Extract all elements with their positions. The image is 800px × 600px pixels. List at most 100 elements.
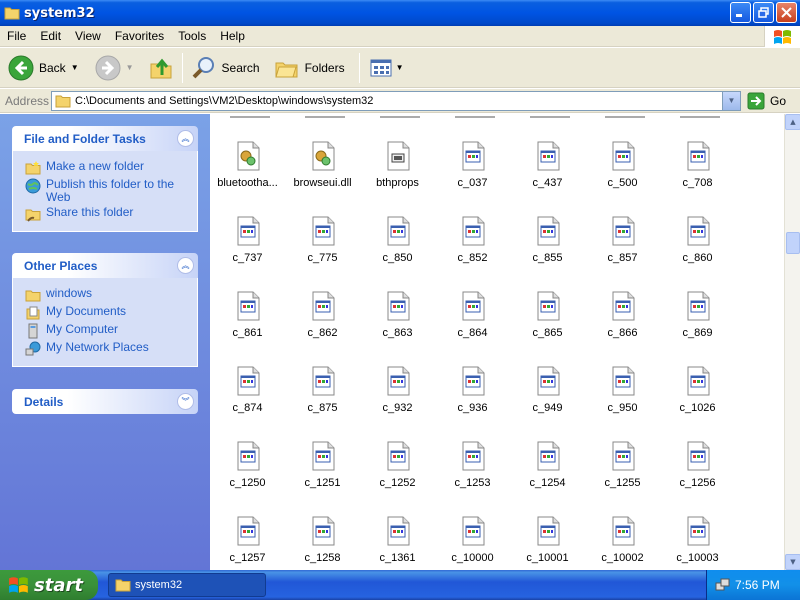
chevron-down-icon[interactable]: ▼	[396, 63, 404, 72]
file-name: c_1026	[679, 402, 716, 414]
collapse-icon[interactable]: ︽	[177, 257, 194, 274]
details-header[interactable]: Details ︾	[12, 389, 198, 414]
windows-folder-link[interactable]: windows	[25, 287, 187, 303]
file-item[interactable]: c_949	[510, 365, 585, 414]
file-item[interactable]: c_775	[285, 215, 360, 264]
other-places-header[interactable]: Other Places ︽	[12, 253, 198, 278]
vertical-scrollbar[interactable]: ▲ ▼	[784, 114, 800, 570]
file-item[interactable]: c_708	[660, 140, 735, 189]
my-documents-link[interactable]: My Documents	[25, 305, 187, 321]
chevron-down-icon: ▼	[727, 96, 736, 105]
file-item[interactable]: c_1252	[360, 440, 435, 489]
file-item[interactable]: c_850	[360, 215, 435, 264]
restore-button[interactable]	[753, 2, 774, 23]
title-bar[interactable]: system32	[0, 0, 800, 26]
minimize-icon	[736, 14, 742, 17]
file-item[interactable]: c_869	[660, 290, 735, 339]
address-dropdown-button[interactable]: ▼	[722, 91, 740, 110]
file-item[interactable]: c_1256	[660, 440, 735, 489]
file-item[interactable]: c_500	[585, 140, 660, 189]
search-button[interactable]: Search	[187, 51, 264, 85]
file-item[interactable]: c_857	[585, 215, 660, 264]
file-folder-tasks-header[interactable]: File and Folder Tasks ︽	[12, 126, 198, 151]
nls-file-icon	[537, 291, 559, 321]
menu-view[interactable]: View	[68, 29, 108, 43]
menu-file[interactable]: File	[0, 29, 33, 43]
file-item[interactable]: c_1251	[285, 440, 360, 489]
file-item[interactable]: c_855	[510, 215, 585, 264]
expand-icon[interactable]: ︾	[177, 393, 194, 410]
file-item[interactable]: bthprops	[360, 140, 435, 189]
file-item[interactable]: c_10000	[435, 515, 510, 564]
taskbar: start system32 7:56 PM	[0, 570, 800, 600]
file-list-view[interactable]: bluetootha... browseui.dll bthprops c_037 c_…	[210, 114, 784, 570]
file-item[interactable]: c_863	[360, 290, 435, 339]
go-button[interactable]: Go	[747, 92, 786, 110]
chevron-down-icon[interactable]: ▼	[126, 63, 134, 72]
file-name: browseui.dll	[293, 177, 352, 189]
my-network-places-link[interactable]: My Network Places	[25, 341, 187, 357]
up-folder-button[interactable]	[144, 51, 178, 85]
file-item[interactable]: c_10003	[660, 515, 735, 564]
chevron-down-icon[interactable]: ▼	[71, 63, 79, 72]
file-item[interactable]: c_862	[285, 290, 360, 339]
publish-folder-web-link[interactable]: Publish this folder to the Web	[25, 178, 187, 204]
file-item[interactable]: c_865	[510, 290, 585, 339]
close-button[interactable]	[776, 2, 797, 23]
file-item[interactable]: c_1258	[285, 515, 360, 564]
share-folder-link[interactable]: Share this folder	[25, 206, 187, 222]
nls-file-icon	[462, 441, 484, 471]
file-item[interactable]: c_852	[435, 215, 510, 264]
back-button[interactable]: Back ▼	[4, 51, 83, 85]
file-item[interactable]: c_1250	[210, 440, 285, 489]
my-computer-link[interactable]: My Computer	[25, 323, 187, 339]
minimize-button[interactable]	[730, 2, 751, 23]
file-item[interactable]: c_437	[510, 140, 585, 189]
file-item[interactable]: c_1254	[510, 440, 585, 489]
file-item[interactable]: browseui.dll	[285, 140, 360, 189]
file-item[interactable]: c_860	[660, 215, 735, 264]
network-tray-icon[interactable]	[715, 577, 731, 593]
address-input[interactable]: C:\Documents and Settings\VM2\Desktop\wi…	[51, 90, 741, 111]
file-item[interactable]: c_10002	[585, 515, 660, 564]
file-item[interactable]: c_1026	[660, 365, 735, 414]
file-item[interactable]: c_866	[585, 290, 660, 339]
nls-file-icon	[462, 291, 484, 321]
scroll-thumb[interactable]	[786, 232, 800, 254]
scroll-down-button[interactable]: ▼	[785, 554, 800, 570]
menu-edit[interactable]: Edit	[33, 29, 68, 43]
back-arrow-icon	[8, 55, 34, 80]
file-item[interactable]: c_875	[285, 365, 360, 414]
back-label: Back	[39, 60, 66, 75]
file-item[interactable]: c_874	[210, 365, 285, 414]
address-bar: Address C:\Documents and Settings\VM2\De…	[0, 89, 800, 113]
file-item[interactable]: bluetootha...	[210, 140, 285, 189]
views-button[interactable]: ▼	[364, 51, 408, 85]
file-item[interactable]: c_737	[210, 215, 285, 264]
file-item[interactable]: c_861	[210, 290, 285, 339]
file-item[interactable]: c_932	[360, 365, 435, 414]
menu-tools[interactable]: Tools	[171, 29, 213, 43]
taskbar-window-button[interactable]: system32	[108, 573, 266, 597]
file-item[interactable]: c_1257	[210, 515, 285, 564]
file-item[interactable]: c_1253	[435, 440, 510, 489]
make-new-folder-link[interactable]: Make a new folder	[25, 160, 187, 176]
collapse-icon[interactable]: ︽	[177, 130, 194, 147]
file-item[interactable]: c_1255	[585, 440, 660, 489]
file-item[interactable]: c_1361	[360, 515, 435, 564]
file-item[interactable]: c_950	[585, 365, 660, 414]
menu-help[interactable]: Help	[213, 29, 252, 43]
file-item[interactable]: c_037	[435, 140, 510, 189]
menu-favorites[interactable]: Favorites	[108, 29, 171, 43]
menu-bar: File Edit View Favorites Tools Help	[0, 26, 800, 47]
file-name: c_866	[607, 327, 638, 339]
forward-button[interactable]: ▼	[91, 51, 138, 85]
file-item[interactable]: c_936	[435, 365, 510, 414]
file-item[interactable]: c_10001	[510, 515, 585, 564]
file-item[interactable]: c_864	[435, 290, 510, 339]
clock[interactable]: 7:56 PM	[735, 578, 780, 592]
folders-button[interactable]: Folders	[270, 51, 349, 85]
scroll-up-button[interactable]: ▲	[785, 114, 800, 130]
start-button[interactable]: start	[0, 570, 98, 600]
file-name: c_10002	[601, 552, 644, 564]
